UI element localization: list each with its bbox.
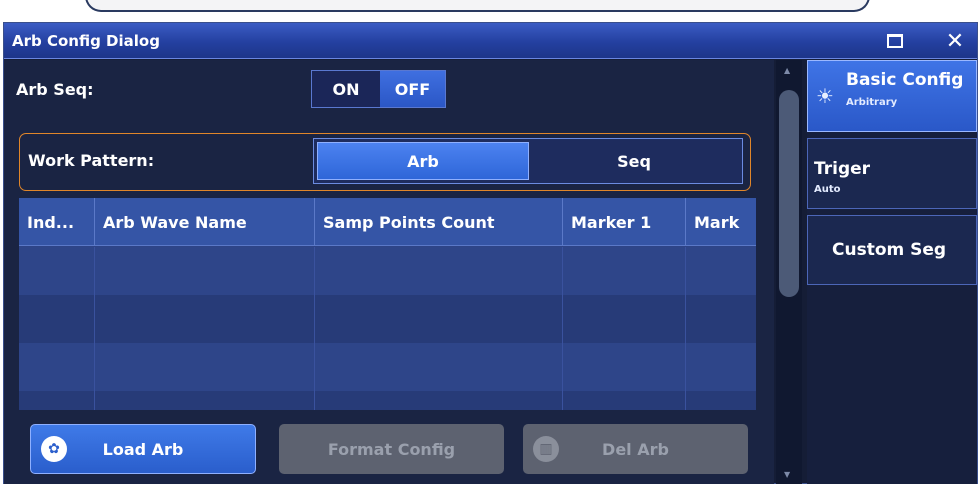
column-header-index[interactable]: Ind... xyxy=(19,198,95,246)
background-window-edge xyxy=(0,0,979,22)
trash-icon: ▥ xyxy=(533,436,559,462)
close-icon: ✕ xyxy=(945,28,965,54)
scrollbar-thumb[interactable] xyxy=(779,90,799,297)
tab-triger[interactable]: Triger Auto xyxy=(807,138,977,209)
tab-basic-config[interactable]: ☀ Basic Config Arbitrary xyxy=(807,60,977,132)
side-tab-panel: ☀ Basic Config Arbitrary Triger Auto Cus… xyxy=(807,60,977,484)
work-pattern-row: Work Pattern: Arb Seq xyxy=(19,133,751,191)
column-header-samp-points-count[interactable]: Samp Points Count xyxy=(315,198,563,246)
tab-basic-config-sub: Arbitrary xyxy=(846,97,898,108)
work-pattern-seq-option[interactable]: Seq xyxy=(529,142,739,180)
work-pattern-arb-option[interactable]: Arb xyxy=(317,142,529,180)
vertical-scrollbar[interactable]: ▲ ▼ xyxy=(776,60,802,484)
arb-seq-label: Arb Seq: xyxy=(16,80,94,99)
load-arb-label: Load Arb xyxy=(102,439,184,459)
scroll-down-arrow-icon[interactable]: ▼ xyxy=(784,470,790,479)
work-pattern-selector[interactable]: Arb Seq xyxy=(313,138,743,184)
table-row[interactable] xyxy=(19,295,756,343)
tab-custom-seg-label: Custom Seg xyxy=(832,240,947,260)
arb-config-dialog: Arb Config Dialog ✕ Arb Seq: ON OFF Work… xyxy=(3,22,978,484)
close-button[interactable]: ✕ xyxy=(938,27,972,55)
sun-icon: ☀ xyxy=(816,84,834,108)
maximize-icon xyxy=(887,34,903,48)
tab-triger-sub: Auto xyxy=(814,184,841,195)
del-arb-label: Del Arb xyxy=(602,439,669,459)
work-pattern-label: Work Pattern: xyxy=(28,151,155,170)
arb-wave-table[interactable]: Ind... Arb Wave Name Samp Points Count M… xyxy=(19,198,756,410)
del-arb-button[interactable]: ▥ Del Arb xyxy=(523,424,748,474)
format-config-button[interactable]: Format Config xyxy=(279,424,504,474)
column-header-marker-1[interactable]: Marker 1 xyxy=(563,198,686,246)
scroll-up-arrow-icon[interactable]: ▲ xyxy=(784,66,790,75)
tab-triger-label: Triger xyxy=(814,159,871,179)
arb-seq-toggle[interactable]: ON OFF xyxy=(311,70,446,108)
load-disc-icon: ✿ xyxy=(41,436,67,462)
table-row[interactable] xyxy=(19,247,756,295)
arb-seq-on-option[interactable]: ON xyxy=(312,71,380,107)
table-header: Ind... Arb Wave Name Samp Points Count M… xyxy=(19,198,756,246)
dialog-title: Arb Config Dialog xyxy=(12,32,160,50)
maximize-button[interactable] xyxy=(878,27,912,55)
column-header-arb-wave-name[interactable]: Arb Wave Name xyxy=(95,198,315,246)
config-panel: Arb Seq: ON OFF Work Pattern: Arb Seq In… xyxy=(4,60,774,484)
column-header-marker-2[interactable]: Mark xyxy=(686,198,756,246)
tab-custom-seg[interactable]: Custom Seg xyxy=(807,215,977,285)
table-row[interactable] xyxy=(19,343,756,391)
tab-basic-config-label: Basic Config xyxy=(846,70,964,90)
table-row[interactable] xyxy=(19,391,756,410)
title-bar: Arb Config Dialog ✕ xyxy=(4,23,977,59)
load-arb-button[interactable]: ✿ Load Arb xyxy=(30,424,256,474)
arb-seq-off-option[interactable]: OFF xyxy=(380,71,445,107)
format-config-label: Format Config xyxy=(327,439,456,459)
